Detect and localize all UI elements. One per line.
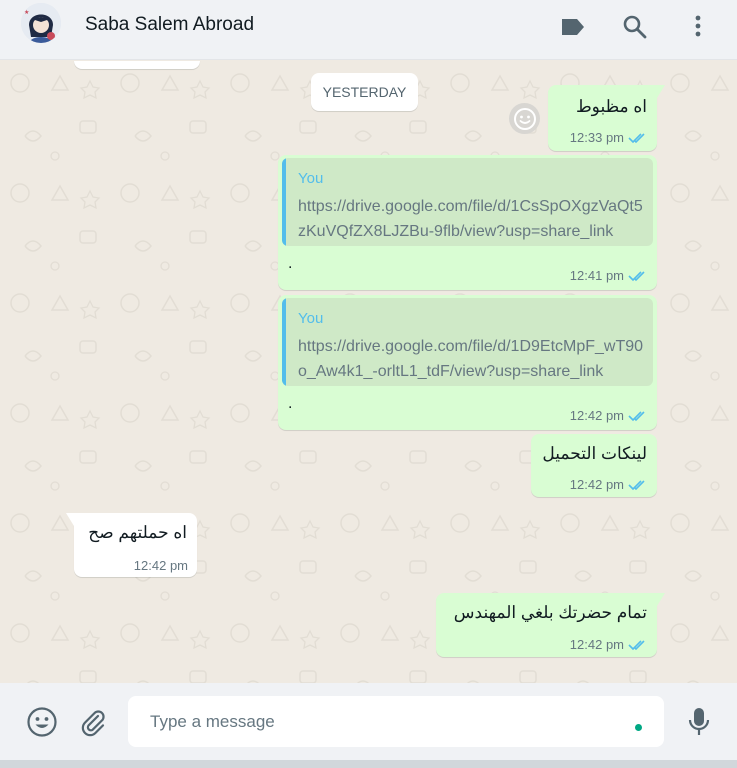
svg-text:★: ★ bbox=[24, 9, 29, 16]
quoted-message[interactable]: You https://drive.google.com/file/d/1CsS… bbox=[282, 158, 653, 246]
message-text: تمام حضرتك بلغي المهندس bbox=[453, 603, 647, 622]
double-check-icon bbox=[628, 410, 645, 421]
message-meta: 12:33 pm bbox=[570, 130, 648, 145]
message-text: لينكات التحميل bbox=[542, 444, 647, 463]
message-meta: 12:42 pm bbox=[570, 637, 648, 652]
quote-author: You bbox=[298, 170, 324, 187]
message-outgoing-quoted[interactable]: You https://drive.google.com/file/d/1CsS… bbox=[278, 155, 657, 290]
double-check-icon bbox=[628, 639, 645, 650]
quote-accent-bar bbox=[282, 158, 286, 246]
double-check-icon bbox=[628, 479, 645, 490]
quote-text: https://drive.google.com/file/d/1CsSpOXg… bbox=[298, 198, 643, 240]
bubble-tail bbox=[657, 85, 665, 98]
message-time: 12:42 pm bbox=[569, 408, 624, 423]
message-text: اه حملتهم صح bbox=[88, 523, 187, 542]
chat-header: ★ Saba Salem Abroad bbox=[0, 0, 737, 60]
message-time: 12:42 pm bbox=[569, 637, 624, 652]
message-time: 12:41 pm bbox=[569, 268, 624, 283]
label-icon[interactable] bbox=[560, 16, 588, 42]
contact-name[interactable]: Saba Salem Abroad bbox=[85, 14, 254, 36]
quote-author: You bbox=[298, 310, 324, 327]
double-check-icon bbox=[628, 132, 645, 143]
date-divider: YESTERDAY bbox=[311, 73, 418, 111]
smiley-icon bbox=[513, 107, 536, 130]
message-outgoing[interactable]: اه مظبوط 12:33 pm bbox=[548, 85, 665, 151]
message-bubble-partial[interactable] bbox=[74, 61, 200, 69]
message-meta: 12:42 pm bbox=[134, 558, 188, 573]
cursor-indicator bbox=[635, 724, 642, 731]
message-text: . bbox=[288, 255, 293, 272]
message-text: اه مظبوط bbox=[575, 97, 647, 116]
message-meta: 12:42 pm bbox=[570, 408, 648, 423]
window-bottom-edge bbox=[0, 760, 737, 768]
bubble-tail bbox=[657, 593, 665, 606]
contact-avatar[interactable]: ★ bbox=[21, 3, 61, 43]
message-input-box[interactable] bbox=[128, 696, 664, 747]
double-check-icon bbox=[628, 270, 645, 281]
message-text: . bbox=[288, 395, 293, 412]
message-input[interactable] bbox=[128, 696, 664, 747]
quote-text: https://drive.google.com/file/d/1D9EtcMp… bbox=[298, 338, 644, 380]
attach-icon[interactable] bbox=[76, 705, 110, 739]
quoted-message[interactable]: You https://drive.google.com/file/d/1D9E… bbox=[282, 298, 653, 386]
bubble-tail bbox=[66, 513, 74, 526]
message-meta: 12:42 pm bbox=[570, 477, 648, 492]
react-emoji-button[interactable] bbox=[509, 103, 540, 134]
message-time: 12:42 pm bbox=[133, 558, 188, 573]
composer-bar bbox=[0, 683, 737, 760]
mic-icon[interactable] bbox=[682, 705, 716, 739]
message-outgoing-quoted[interactable]: You https://drive.google.com/file/d/1D9E… bbox=[278, 295, 657, 430]
quote-accent-bar bbox=[282, 298, 286, 386]
message-time: 12:33 pm bbox=[569, 130, 624, 145]
search-icon[interactable] bbox=[622, 14, 650, 40]
message-outgoing[interactable]: لينكات التحميل 12:42 pm bbox=[531, 434, 657, 497]
message-outgoing[interactable]: تمام حضرتك بلغي المهندس 12:42 pm bbox=[436, 593, 665, 657]
menu-icon[interactable] bbox=[686, 14, 710, 40]
message-time: 12:42 pm bbox=[569, 477, 624, 492]
message-meta: 12:41 pm bbox=[570, 268, 648, 283]
chat-area[interactable]: YESTERDAY اه مظبوط 12:33 pm You https://… bbox=[0, 61, 737, 683]
emoji-icon[interactable] bbox=[25, 705, 59, 739]
message-incoming[interactable]: اه حملتهم صح 12:42 pm bbox=[66, 513, 197, 577]
